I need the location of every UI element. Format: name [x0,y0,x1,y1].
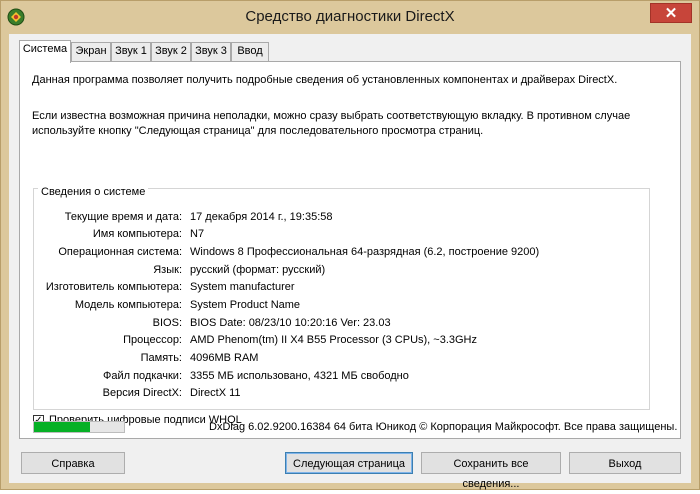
window-title: Средство диагностики DirectX [245,8,455,25]
intro-text-2: Если известна возможная причина неполадк… [32,110,631,137]
label-bios: BIOS: [152,317,182,329]
client-area: Система Экран Звук 1 Звук 2 Звук 3 Ввод … [9,34,691,490]
value-model: System Product Name [190,299,301,311]
tab-display[interactable]: Экран [71,42,111,61]
value-computer-name: N7 [190,228,205,240]
label-processor: Процессор: [123,334,182,346]
copyright-text: DxDiag 6.02.9200.16384 64 бита Юникод © … [209,421,678,433]
label-directx-version: Версия DirectX: [102,387,182,399]
progress-bar-fill [34,422,90,432]
value-processor: AMD Phenom(tm) II X4 B55 Processor (3 CP… [190,334,478,346]
system-info-title: Сведения о системе [38,186,149,198]
tab-sound-2[interactable]: Звук 2 [151,42,191,61]
tab-sound-3[interactable]: Звук 3 [191,42,231,61]
save-all-button[interactable]: Сохранить все сведения... [421,452,561,490]
value-language: русский (формат: русский) [190,264,326,276]
label-language: Язык: [153,264,182,276]
value-memory: 4096MB RAM [190,352,259,364]
progress-bar [33,421,125,433]
close-button[interactable]: ✕ [650,3,692,23]
label-datetime: Текущие время и дата: [64,211,182,223]
label-memory: Память: [140,352,182,364]
value-manufacturer: System manufacturer [190,281,295,293]
exit-button[interactable]: Выход [569,452,681,474]
intro-text-1: Данная программа позволяет получить подр… [32,74,618,86]
label-manufacturer: Изготовитель компьютера: [45,281,182,293]
value-page-file: 3355 МБ использовано, 4321 МБ свободно [190,370,409,382]
tab-sound-1[interactable]: Звук 1 [111,42,151,61]
help-button[interactable]: Справка [21,452,125,474]
dxdiag-window: Средство диагностики DirectX ✕ Система Э… [0,0,700,490]
value-datetime: 17 декабря 2014 г., 19:35:58 [190,211,333,223]
label-page-file: Файл подкачки: [102,370,182,382]
title-bar[interactable]: Средство диагностики DirectX ✕ [1,1,699,33]
tab-system[interactable]: Система [19,40,71,63]
value-directx-version: DirectX 11 [190,387,241,399]
system-tab-panel: Данная программа позволяет получить подр… [19,61,681,439]
next-page-button[interactable]: Следующая страница [285,452,413,474]
close-icon: ✕ [664,5,678,22]
label-computer-name: Имя компьютера: [92,228,182,240]
value-bios: BIOS Date: 08/23/10 10:20:16 Ver: 23.03 [190,317,391,329]
label-os: Операционная система: [58,246,182,258]
value-os: Windows 8 Профессиональная 64-разрядная … [190,246,540,258]
tab-input[interactable]: Ввод [231,42,269,61]
label-model: Модель компьютера: [74,299,182,311]
